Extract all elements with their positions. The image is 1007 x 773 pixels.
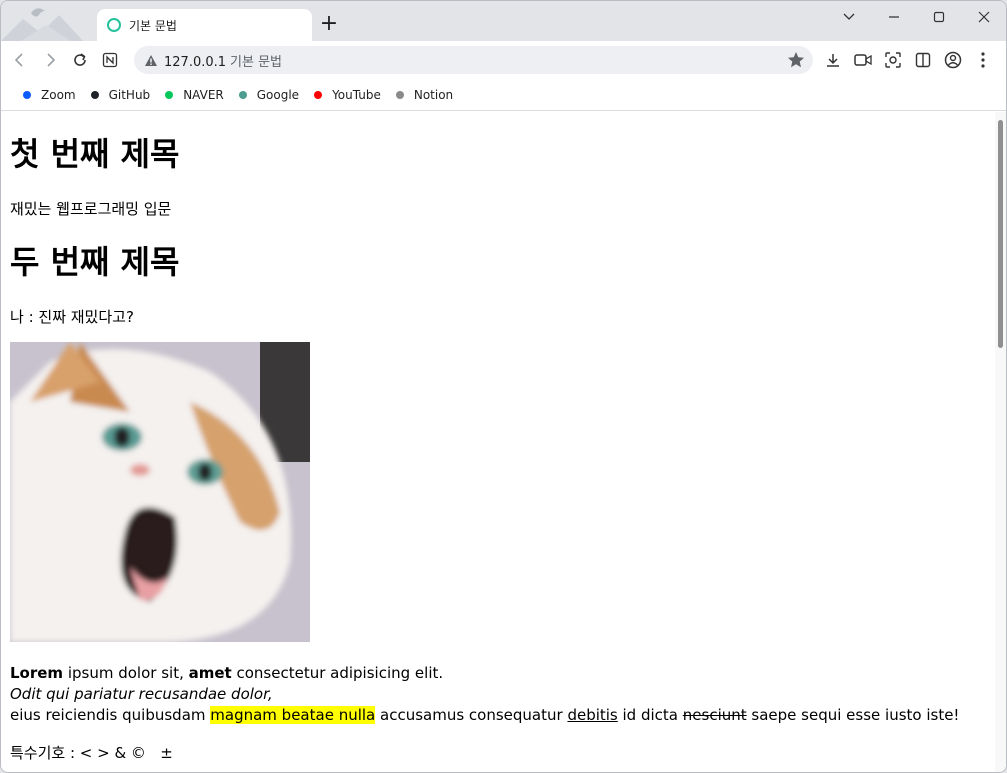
- paragraph-second: 나 : 진짜 재밌다고?: [10, 308, 134, 326]
- minimize-button[interactable]: [871, 1, 916, 33]
- chevron-down-icon: [843, 13, 854, 20]
- cat-photo: [10, 342, 310, 642]
- close-icon: [978, 11, 989, 23]
- bookmarks-bar: Zoom GitHub NAVER Google YouTube Notion: [1, 79, 1006, 111]
- warning-icon[interactable]: [144, 54, 158, 67]
- notion-icon: [102, 52, 118, 68]
- bookmark-star-icon[interactable]: [787, 51, 805, 69]
- bold-text: Lorem: [10, 664, 64, 682]
- notion-extension-button[interactable]: [95, 45, 125, 75]
- address-bar[interactable]: 127.0.0.1 기본 문법: [134, 46, 813, 74]
- window-controls: [826, 1, 1006, 33]
- maximize-icon: [933, 11, 944, 23]
- lorem-paragraph: Lorem ipsum dolor sit, amet consectetur …: [10, 663, 959, 726]
- favicon-icon: [107, 18, 121, 32]
- new-tab-button[interactable]: +: [319, 13, 339, 35]
- lens-icon: [885, 52, 901, 68]
- tab-strip: 기본 문법 +: [1, 1, 1006, 41]
- browser-window: 기본 문법 + 127.0.0.1 기본 문법 Zoom GitHub NAVE…: [0, 0, 1007, 773]
- back-arrow-icon: [14, 53, 23, 67]
- video-camera-icon: [854, 54, 872, 66]
- highlighted-text: magnam beatae nulla: [210, 706, 376, 724]
- bookmark-google[interactable]: Google: [238, 87, 300, 102]
- text-run: eius reiciendis quibusdam: [10, 706, 211, 724]
- bird-icon: [31, 8, 45, 17]
- heading-first: 첫 번째 제목: [10, 135, 180, 173]
- side-panel-button[interactable]: [908, 45, 938, 75]
- profile-button[interactable]: [938, 45, 968, 75]
- bookmark-zoom[interactable]: Zoom: [23, 88, 76, 102]
- screenshot-button[interactable]: [878, 45, 908, 75]
- tab-search-button[interactable]: [826, 1, 871, 33]
- bookmark-favicon-icon: [238, 90, 247, 99]
- downloads-button[interactable]: [818, 45, 848, 75]
- bookmark-label: GitHub: [108, 87, 151, 102]
- reload-button[interactable]: [65, 45, 95, 75]
- bookmark-label: Zoom: [41, 87, 76, 102]
- strikethrough-text: nesciunt: [682, 706, 747, 724]
- profile-icon: [944, 51, 962, 69]
- bookmark-github[interactable]: GitHub: [90, 87, 151, 102]
- text-run: consectetur adipisicing elit.: [231, 664, 444, 682]
- bookmark-label: NAVER: [183, 87, 224, 102]
- forward-button[interactable]: [35, 45, 65, 75]
- tab-title: 기본 문법: [129, 18, 177, 33]
- italic-text: Odit qui pariatur recusandae dolor,: [10, 685, 273, 703]
- cat-image: [10, 342, 310, 642]
- menu-button[interactable]: [968, 45, 998, 75]
- bookmark-label: YouTube: [332, 87, 381, 102]
- bookmark-youtube[interactable]: YouTube: [314, 88, 381, 102]
- text-run: saepe sequi esse iusto iste!: [746, 706, 960, 724]
- text-run: accusamus consequatur: [375, 706, 568, 724]
- forward-arrow-icon: [47, 53, 56, 67]
- bookmark-favicon-icon: [23, 90, 31, 99]
- bold-text: amet: [188, 664, 232, 682]
- minimize-icon: [888, 16, 899, 18]
- toolbar: 127.0.0.1 기본 문법: [1, 41, 1006, 79]
- download-icon: [827, 54, 839, 67]
- maximize-button[interactable]: [916, 1, 961, 33]
- tab-active[interactable]: 기본 문법: [97, 9, 312, 41]
- vertical-scrollbar[interactable]: [995, 112, 1006, 772]
- url-page-title: 기본 문법: [230, 54, 283, 70]
- bookmark-favicon-icon: [165, 90, 174, 99]
- toolbar-actions: [818, 45, 998, 75]
- theme-decoration: [1, 8, 83, 41]
- bookmark-favicon-icon: [395, 90, 404, 99]
- heading-second: 두 번째 제목: [10, 243, 180, 281]
- bookmark-naver[interactable]: NAVER: [165, 88, 224, 102]
- text-run: id dicta: [617, 706, 683, 724]
- page-content: 첫 번째 제목 재밌는 웹프로그래밍 입문 두 번째 제목 나 : 진짜 재밌다…: [1, 112, 996, 772]
- bookmark-label: Google: [256, 87, 300, 102]
- bookmark-label: Notion: [413, 87, 454, 102]
- bookmark-notion[interactable]: Notion: [395, 87, 454, 102]
- cast-button[interactable]: [848, 45, 878, 75]
- more-vert-icon: [981, 52, 985, 68]
- text-run: ipsum dolor sit,: [63, 664, 189, 682]
- back-button[interactable]: [5, 45, 35, 75]
- underlined-text: debitis: [567, 706, 618, 724]
- reload-icon: [74, 53, 86, 66]
- paragraph-first: 재밌는 웹프로그래밍 입문: [10, 200, 172, 218]
- close-button[interactable]: [961, 1, 1006, 33]
- side-panel-icon: [915, 52, 931, 68]
- scrollbar-thumb[interactable]: [998, 120, 1003, 348]
- bookmark-favicon-icon: [314, 90, 323, 99]
- url-text: 127.0.0.1 기본 문법: [164, 51, 282, 70]
- url-host: 127.0.0.1: [164, 54, 227, 70]
- bookmark-favicon-icon: [90, 90, 99, 99]
- special-characters: 특수기호 : < > & © ±: [10, 744, 173, 762]
